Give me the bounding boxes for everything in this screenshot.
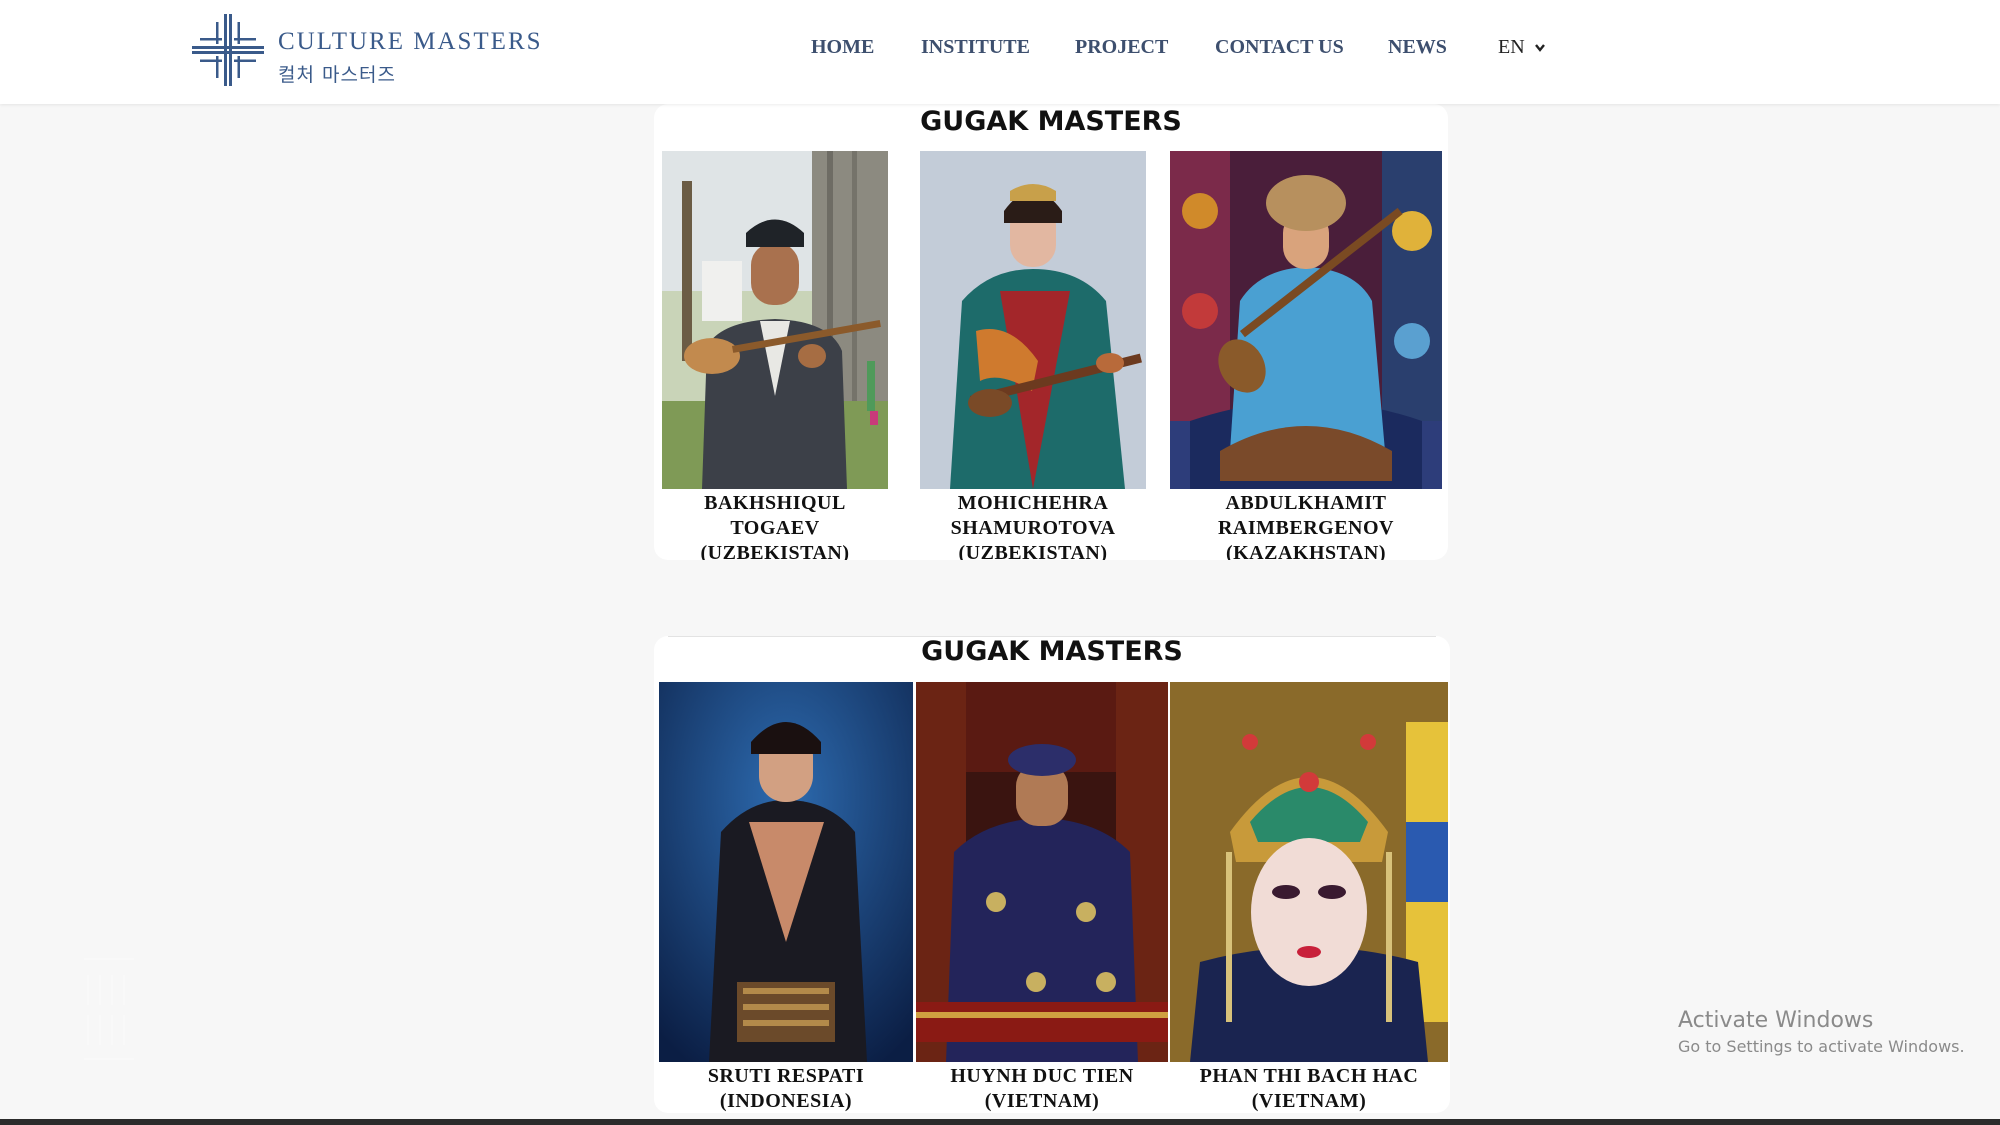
masters-section-1: GUGAK MASTERS BAKHSHIQUL TOGAEV (UZBEKIS… xyxy=(654,104,1448,560)
masters-section-2: GUGAK MASTERS SRUTI RESPATI (INDONESIA) xyxy=(654,636,1450,1113)
master-portrait-image xyxy=(920,151,1146,489)
master-portrait-image xyxy=(659,682,913,1062)
master-name-line1: HUYNH DUC TIEN xyxy=(950,1065,1134,1087)
language-label: EN xyxy=(1498,36,1525,58)
master-portrait-image xyxy=(916,682,1168,1062)
nav-institute[interactable]: INSTITUTE xyxy=(921,36,1030,59)
master-photo-bakhshiqul-togaev[interactable] xyxy=(662,151,888,489)
bottom-edge-bar xyxy=(0,1119,2000,1125)
master-name-line1: MOHICHEHRA xyxy=(957,492,1109,514)
logo-subtitle: 컬처 마스터즈 xyxy=(278,64,396,86)
master-photo-huynh-duc-tien[interactable] xyxy=(916,682,1168,1062)
master-portrait-image xyxy=(662,151,888,489)
master-photo-phan-thi-bach-hac[interactable] xyxy=(1170,682,1448,1062)
master-country: (INDONESIA) xyxy=(719,1090,853,1112)
master-photo-sruti-respati[interactable] xyxy=(659,682,913,1062)
master-photo-mohichehra-shamurotova[interactable] xyxy=(920,151,1146,489)
master-name-line1: SRUTI RESPATI xyxy=(707,1065,865,1087)
ornament-icon xyxy=(84,958,134,1060)
master-caption: BAKHSHIQUL TOGAEV (UZBEKISTAN) xyxy=(662,491,888,560)
master-name-line2: SHAMUROTOVA xyxy=(950,517,1116,539)
master-caption: MOHICHEHRA SHAMUROTOVA (UZBEKISTAN) xyxy=(920,491,1146,560)
master-name-line2: RAIMBERGENOV xyxy=(1217,517,1394,539)
watermark-title: Activate Windows xyxy=(1678,1008,1874,1033)
master-country: (UZBEKISTAN) xyxy=(958,542,1108,560)
master-name-line2: TOGAEV xyxy=(730,517,820,539)
windows-activation-watermark: Activate Windows Go to Settings to activ… xyxy=(1678,1008,1965,1056)
master-country: (VIETNAM) xyxy=(1251,1090,1367,1112)
master-country: (KAZAKHSTAN) xyxy=(1225,542,1387,560)
master-name-line1: PHAN THI BACH HAC xyxy=(1199,1065,1419,1087)
nav-project[interactable]: PROJECT xyxy=(1075,36,1168,59)
master-photo-abdulkhamit-raimbergenov[interactable] xyxy=(1170,151,1442,489)
section-title: GUGAK MASTERS xyxy=(921,636,1183,667)
master-name-line1: ABDULKHAMIT xyxy=(1225,492,1387,514)
floating-side-widget[interactable] xyxy=(78,955,140,1063)
master-country: (VIETNAM) xyxy=(984,1090,1100,1112)
logo-title: CULTURE MASTERS xyxy=(278,28,543,55)
section-title: GUGAK MASTERS xyxy=(920,106,1182,137)
master-caption: HUYNH DUC TIEN (VIETNAM) xyxy=(916,1064,1168,1113)
watermark-subtitle: Go to Settings to activate Windows. xyxy=(1678,1037,1965,1056)
nav-contact-us[interactable]: CONTACT US xyxy=(1215,36,1344,59)
site-logo[interactable]: CULTURE MASTERS 컬처 마스터즈 xyxy=(190,12,541,88)
master-caption: ABDULKHAMIT RAIMBERGENOV (KAZAKHSTAN) xyxy=(1170,491,1442,560)
master-portrait-image xyxy=(1170,682,1448,1062)
language-selector[interactable]: EN xyxy=(1498,36,1546,59)
chevron-down-icon xyxy=(1534,44,1545,53)
master-caption: SRUTI RESPATI (INDONESIA) xyxy=(659,1064,913,1113)
site-header: CULTURE MASTERS 컬처 마스터즈 HOME INSTITUTE P… xyxy=(0,0,2000,104)
culture-masters-logo-icon xyxy=(192,14,264,86)
master-name-line1: BAKHSHIQUL xyxy=(704,492,846,514)
nav-home[interactable]: HOME xyxy=(811,36,874,59)
master-caption: PHAN THI BACH HAC (VIETNAM) xyxy=(1170,1064,1448,1113)
nav-news[interactable]: NEWS xyxy=(1388,36,1447,59)
master-portrait-image xyxy=(1170,151,1442,489)
master-country: (UZBEKISTAN) xyxy=(700,542,850,560)
